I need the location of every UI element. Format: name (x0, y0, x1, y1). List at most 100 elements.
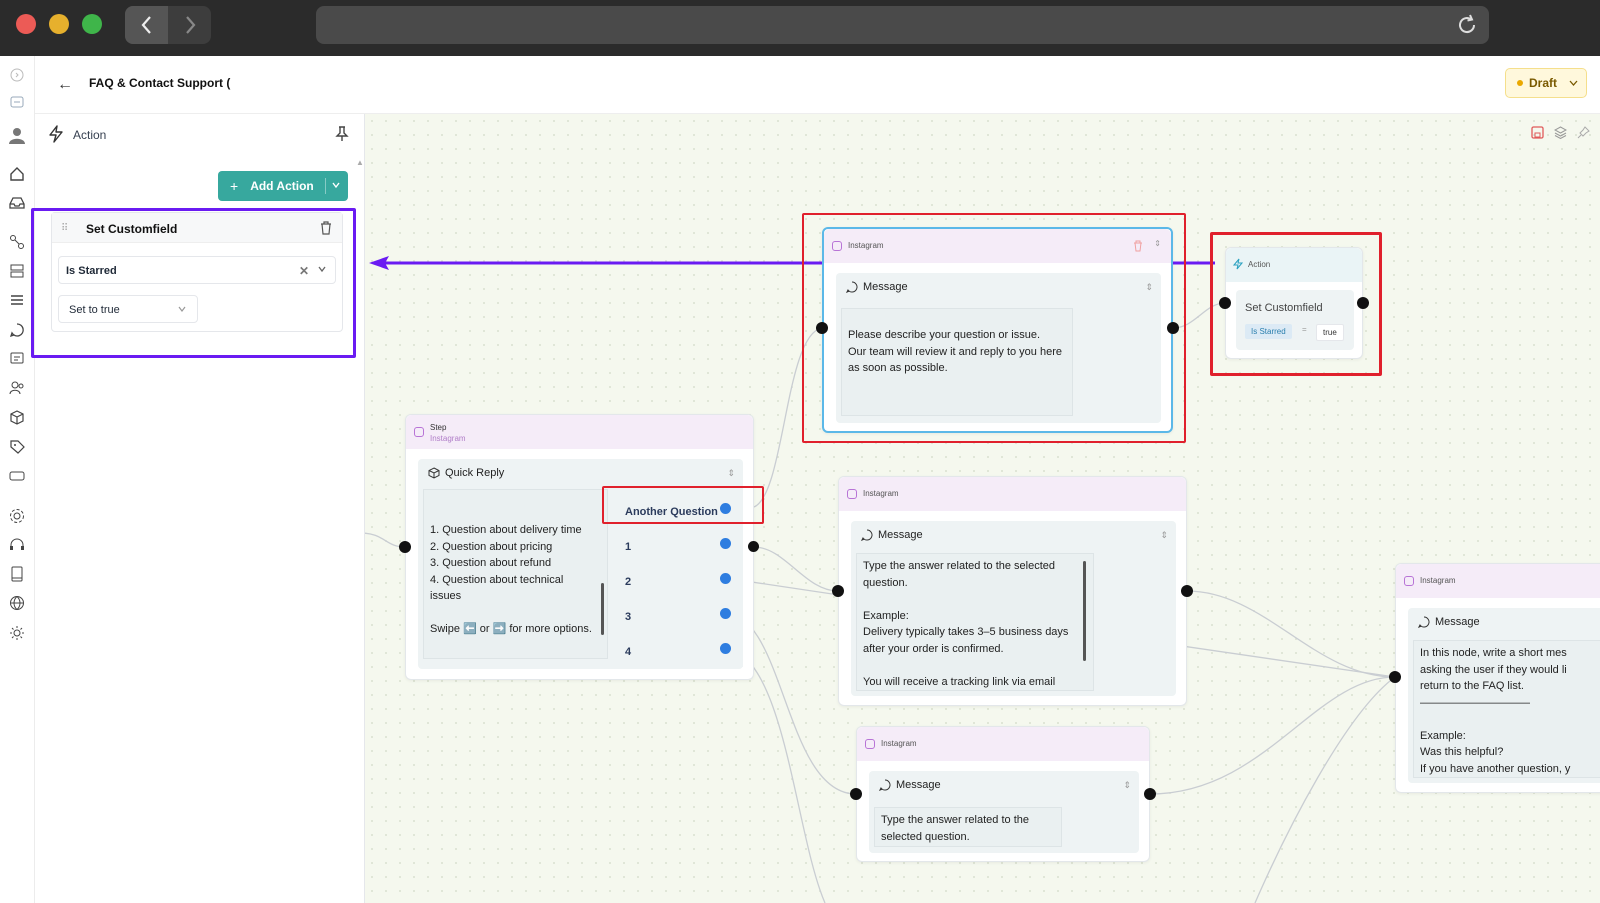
globe-icon[interactable] (8, 594, 26, 612)
panel-title: Action (73, 128, 107, 142)
button-output-handle[interactable] (720, 643, 731, 654)
quick-reply-text[interactable]: 1. Question about delivery time 2. Quest… (423, 489, 608, 659)
back-arrow-icon[interactable]: ← (57, 76, 73, 94)
package-icon[interactable] (8, 409, 26, 427)
integrations-icon[interactable] (8, 233, 26, 251)
address-bar[interactable] (316, 6, 1489, 44)
message-line: Type the answer related to the (881, 814, 1029, 826)
database-icon[interactable] (8, 262, 26, 280)
button-output-handle[interactable] (720, 608, 731, 619)
message-line: after your order is confirmed. (863, 642, 1004, 655)
step-label: Step (430, 423, 447, 432)
inbox-icon[interactable] (8, 194, 26, 212)
node-input-handle[interactable] (1389, 671, 1401, 683)
page-title: FAQ & Contact Support ( (89, 76, 231, 90)
message-type-label: Message (1435, 616, 1480, 628)
highlight-box-red (802, 213, 1186, 443)
add-action-label: Add Action (250, 179, 314, 193)
tag-icon[interactable] (8, 438, 26, 456)
window-titlebar (0, 0, 1600, 56)
scrollbar[interactable] (601, 583, 604, 635)
highlight-box-red (602, 486, 764, 524)
message-node-mid[interactable]: Instagram Message ⇕ Type the answer rela… (838, 476, 1187, 706)
button-output-handle[interactable] (720, 573, 731, 584)
chat-bubble-icon (861, 529, 873, 541)
button-divider (325, 178, 326, 194)
browser-back-button[interactable] (125, 6, 168, 44)
page-header: ← FAQ & Contact Support ( Draft (35, 56, 1600, 114)
maximize-window-button[interactable] (82, 14, 102, 34)
user-avatar-icon[interactable] (8, 126, 26, 144)
quick-reply-button-label: 3 (625, 611, 632, 623)
message-line: Delivery typically takes 3–5 business da… (863, 626, 1069, 638)
message-type-label: Message (896, 779, 941, 791)
message-line: —————————— (1420, 696, 1530, 709)
node-input-handle[interactable] (850, 788, 862, 800)
message-block-header: Message (1418, 616, 1480, 628)
contacts-icon[interactable] (8, 379, 26, 397)
quick-reply-line: issues (430, 590, 462, 602)
node-output-handle[interactable] (748, 541, 759, 552)
lightning-icon (49, 125, 63, 143)
chevron-down-icon[interactable] (331, 179, 341, 191)
message-text[interactable]: Type the answer related to the selected … (874, 807, 1062, 847)
theme-icon[interactable] (8, 624, 26, 642)
message-line: return to the FAQ list. (1420, 680, 1524, 692)
quick-reply-line: Swipe ⬅️ or ➡️ for more options. (430, 623, 592, 635)
quick-reply-line: 4. Question about technical (430, 573, 564, 586)
support-icon[interactable] (8, 536, 26, 554)
message-line: selected question. (881, 830, 970, 843)
messages-icon[interactable] (8, 350, 26, 368)
flow-icon[interactable] (8, 93, 26, 111)
browser-forward-button[interactable] (168, 6, 211, 44)
quick-reply-node[interactable]: Step Instagram Quick Reply ⇕ 1. Question… (405, 414, 754, 680)
node-input-handle[interactable] (399, 541, 411, 553)
quick-reply-header: Quick Reply (428, 467, 504, 479)
home-icon[interactable] (8, 165, 26, 183)
card-icon[interactable] (8, 467, 26, 485)
message-text[interactable]: In this node, write a short mes asking t… (1413, 640, 1600, 778)
message-line (1420, 711, 1600, 728)
scroll-up-icon[interactable]: ▲ (356, 158, 364, 167)
pin-icon[interactable] (335, 126, 349, 142)
add-action-button[interactable]: + Add Action (218, 171, 348, 201)
button-output-handle[interactable] (720, 538, 731, 549)
close-window-button[interactable] (16, 14, 36, 34)
status-dot-icon (1517, 80, 1523, 86)
node-output-handle[interactable] (1144, 788, 1156, 800)
collapse-icon[interactable] (8, 66, 26, 84)
chat-bubble-icon (879, 779, 891, 791)
platform-label: Instagram (863, 489, 899, 498)
message-line: asking the user if they would li (1420, 663, 1567, 676)
scrollbar[interactable] (1083, 561, 1086, 661)
settings-icon[interactable] (8, 507, 26, 525)
message-block: Message In this node, write a short mes … (1408, 608, 1600, 783)
node-input-handle[interactable] (832, 585, 844, 597)
message-type-label: Message (878, 529, 923, 541)
node-header: Instagram (857, 727, 1149, 761)
chat-icon[interactable] (8, 321, 26, 339)
sort-icon[interactable]: ⇕ (1160, 530, 1168, 541)
message-text[interactable]: Type the answer related to the selected … (856, 553, 1094, 691)
instagram-icon (414, 427, 424, 437)
sort-icon[interactable]: ⇕ (727, 468, 735, 479)
flow-canvas[interactable]: Instagram ⇕ Message ⇕ Please describe yo… (365, 114, 1600, 903)
quick-reply-button-label: 4 (625, 646, 632, 658)
message-line: You will receive a tracking link via ema… (863, 675, 1056, 688)
message-node-bottom[interactable]: Instagram Message ⇕ Type the answer rela… (856, 726, 1150, 862)
book-icon[interactable] (8, 565, 26, 583)
reload-icon[interactable] (1455, 13, 1479, 37)
status-dropdown[interactable]: Draft (1505, 68, 1587, 98)
quick-reply-line (430, 605, 601, 622)
platform-label: Instagram (1420, 576, 1456, 585)
highlight-box-red (1210, 232, 1382, 376)
minimize-window-button[interactable] (49, 14, 69, 34)
sort-icon[interactable]: ⇕ (1123, 780, 1131, 791)
message-node-right[interactable]: Instagram Message In this node, write a … (1395, 563, 1600, 793)
message-line: question. (863, 576, 908, 589)
list-icon[interactable] (8, 291, 26, 309)
node-output-handle[interactable] (1181, 585, 1193, 597)
browser-nav (125, 6, 211, 44)
message-line: Example: (1420, 729, 1466, 742)
quick-reply-type-label: Quick Reply (445, 467, 505, 479)
